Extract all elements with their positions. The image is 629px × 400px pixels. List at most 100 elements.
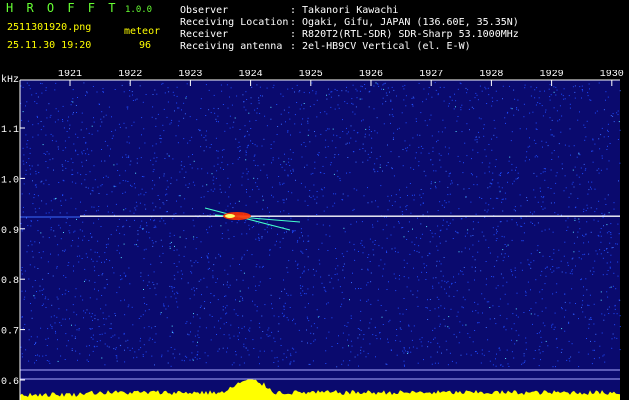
noise-speck: [81, 183, 83, 185]
noise-speck: [43, 288, 45, 290]
noise-speck: [227, 281, 228, 283]
noise-speck: [106, 345, 108, 347]
noise-speck: [511, 169, 513, 171]
noise-speck: [534, 89, 536, 91]
noise-speck: [516, 340, 518, 342]
noise-speck: [137, 233, 139, 235]
noise-speck: [30, 303, 31, 304]
noise-speck: [122, 156, 123, 158]
noise-speck: [439, 201, 441, 203]
date-time: 25.11.30 19:20: [7, 40, 92, 51]
noise-speck: [560, 351, 562, 353]
noise-speck: [491, 105, 493, 107]
noise-speck: [20, 223, 22, 225]
noise-speck: [256, 263, 258, 265]
noise-speck: [307, 240, 309, 242]
noise-speck: [94, 251, 96, 253]
noise-speck: [279, 297, 281, 299]
noise-speck: [119, 252, 120, 254]
noise-speck: [279, 182, 281, 184]
noise-speck: [380, 185, 382, 187]
noise-speck: [466, 353, 468, 355]
noise-speck: [404, 365, 405, 367]
noise-speck: [367, 269, 369, 271]
noise-speck: [350, 125, 352, 127]
y-unit-label: kHz: [1, 74, 19, 86]
noise-speck: [199, 317, 201, 319]
noise-speck: [259, 281, 261, 283]
noise-speck: [260, 95, 261, 97]
noise-speck: [389, 114, 391, 116]
noise-speck: [102, 91, 104, 93]
noise-speck: [221, 161, 223, 163]
noise-speck: [193, 236, 195, 238]
noise-speck: [160, 141, 162, 143]
noise-speck: [134, 187, 136, 189]
noise-speck: [246, 99, 248, 100]
noise-speck: [527, 259, 529, 261]
noise-speck: [92, 319, 93, 321]
noise-speck: [225, 307, 226, 309]
noise-speck: [359, 148, 361, 150]
noise-speck: [193, 225, 195, 227]
noise-speck: [174, 357, 176, 359]
noise-speck: [492, 227, 494, 229]
noise-speck: [405, 209, 407, 211]
noise-speck: [28, 360, 30, 362]
noise-speck: [364, 133, 366, 135]
noise-speck: [390, 151, 392, 153]
noise-speck: [227, 164, 229, 166]
noise-speck: [362, 143, 364, 145]
noise-speck: [565, 272, 567, 274]
noise-speck: [140, 275, 142, 277]
noise-speck: [523, 103, 525, 105]
noise-speck: [598, 172, 600, 174]
noise-speck: [326, 94, 327, 96]
noise-speck: [309, 141, 311, 143]
noise-speck: [97, 209, 99, 211]
noise-speck: [524, 87, 526, 89]
noise-speck: [323, 173, 325, 174]
noise-speck: [327, 128, 329, 130]
noise-speck: [148, 339, 150, 341]
noise-speck: [101, 149, 102, 150]
noise-speck: [108, 315, 110, 317]
noise-speck: [591, 181, 593, 183]
noise-speck: [556, 172, 558, 174]
noise-speck: [446, 282, 448, 284]
noise-speck: [549, 99, 551, 101]
noise-speck: [326, 303, 327, 305]
noise-speck: [594, 349, 595, 351]
noise-speck: [542, 115, 544, 117]
noise-speck: [136, 356, 138, 358]
noise-speck: [413, 325, 415, 327]
noise-speck: [204, 352, 206, 354]
noise-speck: [34, 101, 36, 103]
noise-speck: [578, 257, 580, 259]
noise-speck: [45, 87, 47, 89]
noise-speck: [69, 318, 70, 320]
noise-speck: [367, 299, 369, 301]
noise-speck: [441, 352, 442, 354]
noise-speck: [243, 326, 245, 328]
noise-speck: [509, 156, 511, 158]
noise-speck: [109, 155, 110, 157]
noise-speck: [456, 290, 458, 292]
noise-speck: [86, 256, 88, 258]
noise-speck: [210, 293, 212, 294]
noise-speck: [217, 150, 219, 152]
noise-speck: [67, 161, 69, 162]
noise-speck: [36, 291, 37, 292]
noise-speck: [286, 356, 288, 358]
noise-speck: [442, 224, 444, 226]
noise-speck: [71, 324, 72, 326]
noise-speck: [21, 353, 23, 355]
noise-speck: [45, 179, 47, 181]
noise-speck: [91, 125, 93, 127]
noise-speck: [349, 172, 351, 174]
noise-speck: [153, 169, 155, 171]
noise-speck: [217, 115, 219, 117]
noise-speck: [553, 192, 555, 194]
noise-speck: [596, 253, 598, 255]
noise-speck: [607, 251, 609, 253]
